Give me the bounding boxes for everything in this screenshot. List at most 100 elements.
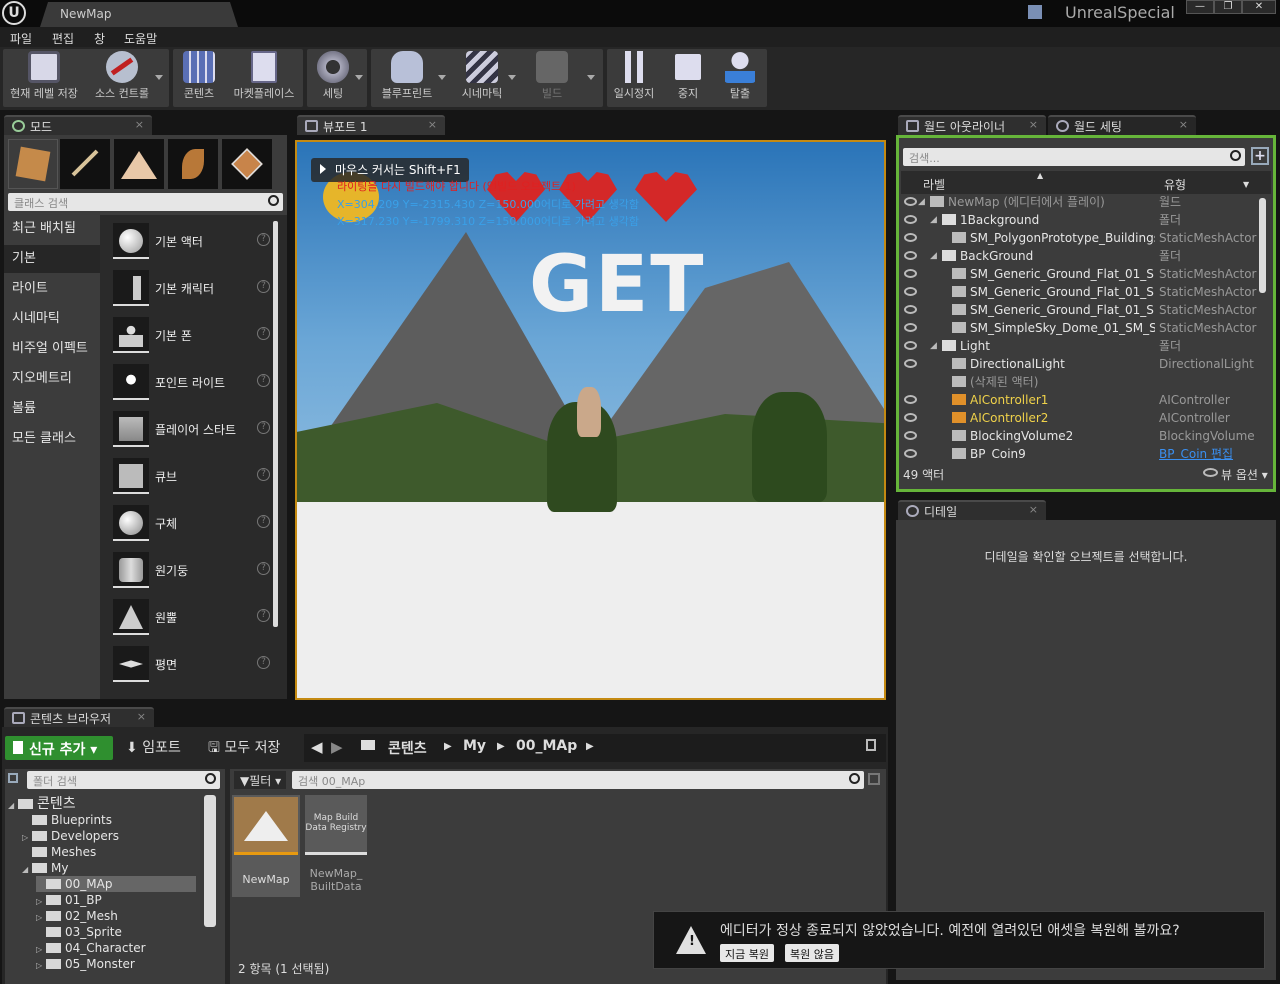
visibility-eye-icon[interactable] [904, 323, 917, 332]
folder-tree-item[interactable]: ▷ 05_Monster [36, 956, 135, 972]
outliner-row[interactable]: BP_Coin9 BP_Coin 편집 [904, 445, 1256, 460]
visibility-eye-icon[interactable] [904, 233, 917, 242]
folder-icon [942, 340, 956, 351]
outliner-row[interactable]: SM_Generic_Ground_Flat_01_SM_ StaticMeshA… [904, 283, 1256, 301]
folder-tree-item[interactable]: 03_Sprite [36, 924, 122, 940]
folder-tree-scrollbar[interactable] [204, 795, 216, 927]
import-button[interactable]: ⬇ 임포트 [126, 737, 181, 757]
visibility-eye-icon[interactable] [904, 413, 917, 422]
close-icon[interactable]: × [137, 710, 146, 723]
actor-icon [952, 286, 966, 297]
expand-arrow-icon[interactable]: ◢ [918, 193, 925, 211]
restore-now-button[interactable]: 지금 복원 [720, 944, 774, 962]
folder-tree-item[interactable]: ◢ My [22, 860, 68, 876]
visibility-eye-icon[interactable] [904, 269, 917, 278]
path-my[interactable]: My [463, 738, 486, 754]
outliner-row[interactable]: AIController2 AIController [904, 409, 1256, 427]
tab-content-browser[interactable]: 콘텐츠 브라우저 × [4, 707, 154, 727]
visibility-eye-icon[interactable] [904, 431, 917, 440]
folder-icon [46, 927, 61, 937]
view-options-button[interactable]: 뷰 옵션 ▾ [1221, 466, 1268, 483]
place-item[interactable]: 원뿔? [108, 595, 278, 639]
folder-tree-item[interactable]: Meshes [22, 844, 96, 860]
folder-tree-item[interactable]: ◢ 콘텐츠 [8, 796, 76, 812]
outliner-row[interactable]: SM_PolygonPrototype_Buildings StaticMeshA… [904, 229, 1256, 247]
dont-restore-button[interactable]: 복원 않음 [785, 944, 839, 962]
lock-icon[interactable] [866, 739, 876, 751]
path-separator-icon[interactable]: ▶ [497, 741, 505, 752]
outliner-row[interactable]: ◢ Light 폴더 [904, 337, 1256, 355]
expand-arrow-icon[interactable]: ▷ [36, 958, 46, 974]
visibility-eye-icon[interactable] [904, 341, 917, 350]
outliner-row[interactable]: SM_Generic_Ground_Flat_01_SM_ StaticMeshA… [904, 265, 1256, 283]
folder-icon [361, 740, 375, 750]
help-icon[interactable]: ? [257, 562, 270, 575]
asset-newmap-builtdata[interactable]: Map Build Data Registry NewMap_ BuiltDat… [305, 795, 367, 897]
filter-button[interactable]: ▼필터 ▾ [234, 771, 286, 789]
path-content[interactable]: 콘텐츠 [388, 738, 427, 758]
tab-details[interactable]: 디테일 × [898, 500, 1046, 520]
save-search-icon[interactable] [868, 773, 880, 785]
outliner-row[interactable]: SM_Generic_Ground_Flat_01_SM_ StaticMeshA… [904, 301, 1256, 319]
actor-thumbnail-icon [113, 505, 149, 541]
actor-icon [952, 304, 966, 315]
add-new-button[interactable]: 신규 추가 ▾ [5, 736, 113, 760]
path-separator-icon[interactable]: ▶ [444, 741, 452, 752]
folder-tree-item[interactable]: 00_MAp [36, 876, 196, 892]
actor-thumbnail-icon [113, 646, 149, 682]
forward-arrow-icon[interactable]: ▶ [331, 738, 343, 756]
expand-arrow-icon[interactable]: ◢ [22, 862, 32, 878]
visibility-eye-icon[interactable] [904, 305, 917, 314]
place-item[interactable]: 평면? [108, 642, 278, 686]
asset-newmap[interactable]: NewMap [232, 795, 300, 897]
folder-icon [32, 831, 47, 841]
folder-tree-item[interactable]: ▷ 01_BP [36, 892, 102, 908]
folder-tree-item[interactable]: ▷ 04_Character [36, 940, 146, 956]
path-00-map[interactable]: 00_MAp [516, 738, 577, 754]
visibility-eye-icon[interactable] [904, 359, 917, 368]
expand-arrow-icon[interactable]: ◢ [8, 798, 18, 814]
visibility-eye-icon[interactable] [904, 197, 917, 206]
place-item[interactable]: 구체? [108, 501, 278, 545]
sources-toggle-icon[interactable] [8, 773, 18, 783]
help-icon[interactable]: ? [257, 468, 270, 481]
visibility-eye-icon[interactable] [904, 251, 917, 260]
expand-arrow-icon[interactable]: ◢ [930, 337, 937, 355]
outliner-row[interactable]: SM_SimpleSky_Dome_01_SM_Sim StaticMeshAct… [904, 319, 1256, 337]
folder-tree-item[interactable]: ▷ 02_Mesh [36, 908, 118, 924]
outliner-row[interactable]: BlockingVolume2 BlockingVolume [904, 427, 1256, 445]
visibility-eye-icon[interactable] [904, 449, 917, 458]
folder-icon [942, 250, 956, 261]
place-item[interactable]: 원기둥? [108, 548, 278, 592]
help-icon[interactable]: ? [257, 515, 270, 528]
actor-thumbnail-icon [113, 458, 149, 494]
close-icon[interactable]: × [1029, 503, 1038, 516]
visibility-eye-icon[interactable] [904, 215, 917, 224]
folder-search-input[interactable]: 폴더 검색 [27, 771, 220, 789]
help-icon[interactable]: ? [257, 609, 270, 622]
item-count: 2 항목 (1 선택됨) [238, 962, 330, 976]
expand-arrow-icon[interactable]: ◢ [930, 247, 937, 265]
outliner-row[interactable]: DirectionalLight DirectionalLight [904, 355, 1256, 373]
outliner-row[interactable]: (삭제된 액터) [904, 373, 1256, 391]
folder-tree-item[interactable]: Blueprints [22, 812, 112, 828]
folder-tree-item[interactable]: ▷ Developers [22, 828, 119, 844]
help-icon[interactable]: ? [257, 656, 270, 669]
asset-search-input[interactable]: 검색 00_MAp [292, 771, 864, 789]
folder-icon [46, 879, 61, 889]
visibility-eye-icon[interactable] [904, 395, 917, 404]
outliner-row[interactable]: ◢ 1Background 폴더 [904, 211, 1256, 229]
outliner-row[interactable]: ◢ NewMap (에디터에서 플레이) 월드 [904, 193, 1256, 211]
outliner-row[interactable]: AIController1 AIController [904, 391, 1256, 409]
outliner-row[interactable]: ◢ BackGround 폴더 [904, 247, 1256, 265]
visibility-eye-icon[interactable] [904, 287, 917, 296]
save-all-button[interactable]: 🖫 모두 저장 [208, 737, 280, 761]
actor-icon [952, 394, 966, 405]
place-item[interactable]: 큐브? [108, 454, 278, 498]
search-icon [849, 773, 860, 784]
ground [297, 502, 884, 698]
path-separator-icon[interactable]: ▶ [586, 741, 594, 752]
new-file-icon [13, 741, 23, 754]
expand-arrow-icon[interactable]: ◢ [930, 211, 937, 229]
back-arrow-icon[interactable]: ◀ [311, 738, 323, 756]
